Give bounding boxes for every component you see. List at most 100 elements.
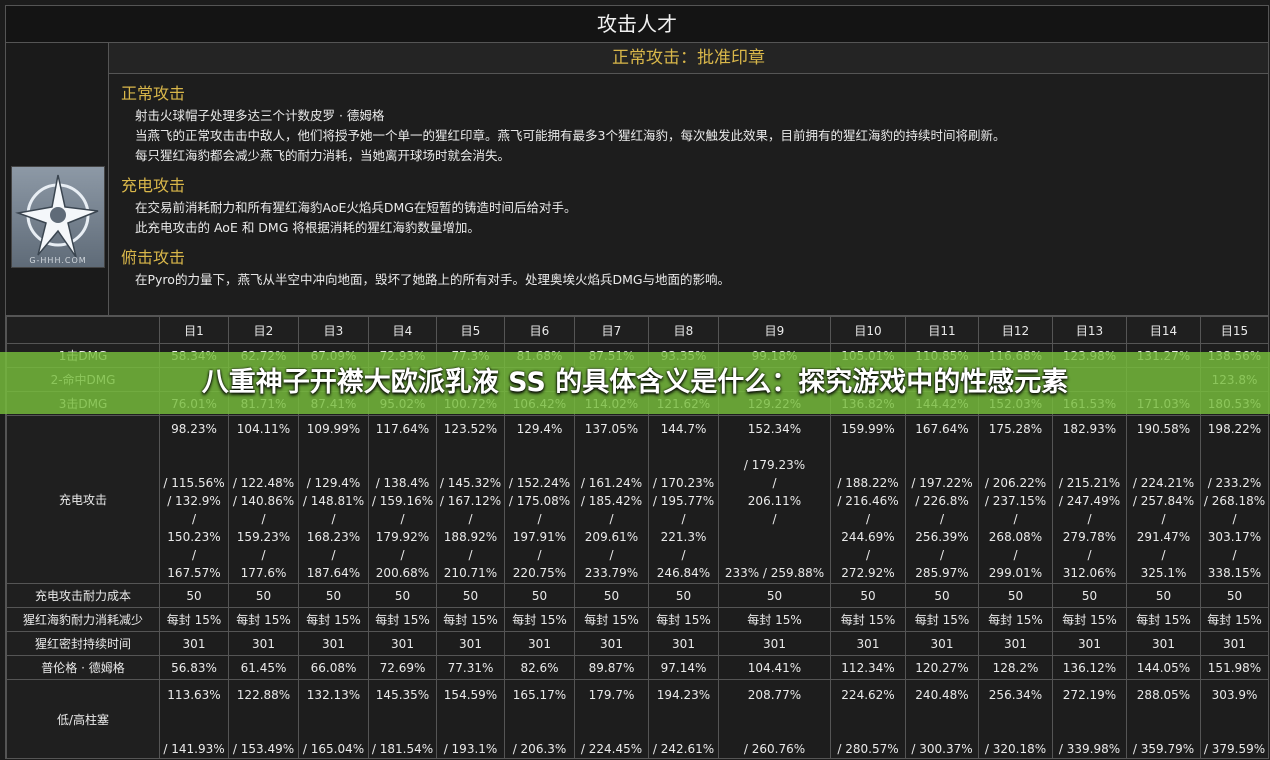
icon-column: G-HHH.COM	[6, 43, 109, 315]
table-cell: 77.31%	[436, 655, 505, 680]
table-cell: 301	[1052, 631, 1127, 656]
talent-description: G-HHH.COM 正常攻击：批准印章 正常攻击 射击火球帽子处理多达三个计数皮…	[6, 43, 1268, 316]
table-cell: 50	[718, 583, 831, 608]
table-cell: 50	[648, 583, 719, 608]
level-header: 目13	[1052, 316, 1127, 344]
table-row: 普伦格 · 德姆格 56.83% 61.45% 66.08% 72.69% 77.31% 8…	[6, 655, 1268, 680]
section-charged-attack: 充电攻击 在交易前消耗耐力和所有猩红海豹AoE火焰兵DMG在短暂的铸造时间后给对…	[109, 174, 1268, 238]
star-talent-icon: G-HHH.COM	[11, 166, 105, 268]
table-cell: 50	[368, 583, 437, 608]
table-cell: 109.99% / 129.4% / 148.81% / 168.23% / 1…	[298, 415, 369, 584]
level-header: 目2	[228, 316, 299, 344]
table-cell: 301	[298, 631, 369, 656]
table-cell: 61.45%	[228, 655, 299, 680]
table-cell: 50	[504, 583, 575, 608]
section-heading: 充电攻击	[121, 176, 186, 195]
table-cell: 每封 15%	[436, 607, 505, 632]
table-cell: 303.9% / 379.59%	[1200, 679, 1268, 758]
table-cell: 每封 15%	[905, 607, 979, 632]
table-cell: 190.58% / 224.21% / 257.84% / 291.47% / …	[1126, 415, 1201, 584]
section-heading: 俯击攻击	[121, 248, 186, 267]
table-cell: 301	[648, 631, 719, 656]
table-cell: 50	[159, 583, 229, 608]
table-cell: 152.34% / 179.23% / 206.11% / 233% / 259…	[718, 415, 831, 584]
table-cell: 167.64% / 197.22% / 226.8% / 256.39% / 2…	[905, 415, 979, 584]
table-cell: 每封 15%	[830, 607, 906, 632]
table-cell: 301	[436, 631, 505, 656]
table-cell: 每封 15%	[1200, 607, 1268, 632]
overlay-banner-text: 八重神子开襟大欧派乳液 SS 的具体含义是什么：探究游戏中的性感元素	[201, 367, 1069, 398]
table-cell: 301	[1126, 631, 1201, 656]
table-cell: 208.77% / 260.76%	[718, 679, 831, 758]
table-cell: 每封 15%	[1052, 607, 1127, 632]
level-header: 目4	[368, 316, 437, 344]
table-cell: 198.22% / 233.2% / 268.18% / 303.17% / 3…	[1200, 415, 1268, 584]
table-cell: 182.93% / 215.21% / 247.49% / 279.78% / …	[1052, 415, 1127, 584]
table-cell: 301	[228, 631, 299, 656]
table-cell: 122.88% / 153.49%	[228, 679, 299, 758]
table-cell: 301	[905, 631, 979, 656]
level-header: 目11	[905, 316, 979, 344]
table-cell: 120.27%	[905, 655, 979, 680]
table-cell: 50	[298, 583, 369, 608]
table-cell: 50	[228, 583, 299, 608]
table-cell: 50	[1126, 583, 1201, 608]
table-cell: 145.35% / 181.54%	[368, 679, 437, 758]
table-row: 低/高柱塞 113.63% / 141.93% 122.88% / 153.49% 1…	[6, 679, 1268, 758]
table-cell: 154.59% / 193.1%	[436, 679, 505, 758]
table-cell: 136.12%	[1052, 655, 1127, 680]
table-cell: 每封 15%	[648, 607, 719, 632]
section-line: 此充电攻击的 AoE 和 DMG 将根据消耗的猩红海豹数量增加。	[135, 220, 480, 235]
table-cell: 151.98%	[1200, 655, 1268, 680]
page-title: 攻击人才	[6, 6, 1268, 43]
section-heading: 正常攻击	[121, 84, 186, 103]
table-cell: 50	[1200, 583, 1268, 608]
level-header: 目7	[574, 316, 649, 344]
table-cell: 72.69%	[368, 655, 437, 680]
table-cell: 179.7% / 224.45%	[574, 679, 649, 758]
talent-subtitle: 正常攻击：批准印章	[109, 43, 1268, 74]
level-header: 目12	[978, 316, 1053, 344]
table-cell: 129.4% / 152.24% / 175.08% / 197.91% / 2…	[504, 415, 575, 584]
table-cell: 256.34% / 320.18%	[978, 679, 1053, 758]
table-cell: 66.08%	[298, 655, 369, 680]
table-cell: 56.83%	[159, 655, 229, 680]
table-row: 猩红密封持续时间 301 301 301 301 301 301 301 301 301 301 30…	[6, 631, 1268, 656]
row-label: 猩红海豹耐力消耗减少	[6, 607, 160, 632]
table-cell: 每封 15%	[574, 607, 649, 632]
content-column: 正常攻击：批准印章 正常攻击 射击火球帽子处理多达三个计数皮罗 · 德姆格 当燕…	[109, 43, 1268, 315]
table-cell: 301	[830, 631, 906, 656]
table-cell: 175.28% / 206.22% / 237.15% / 268.08% / …	[978, 415, 1053, 584]
table-cell: 每封 15%	[1126, 607, 1201, 632]
table-cell: 159.99% / 188.22% / 216.46% / 244.69% / …	[830, 415, 906, 584]
section-line: 在Pyro的力量下，燕飞从半空中冲向地面，毁坏了她路上的所有对手。处理奥埃火焰兵…	[135, 272, 731, 287]
table-cell: 240.48% / 300.37%	[905, 679, 979, 758]
table-cell: 137.05% / 161.24% / 185.42% / 209.61% / …	[574, 415, 649, 584]
table-cell: 194.23% / 242.61%	[648, 679, 719, 758]
table-cell: 301	[368, 631, 437, 656]
section-line: 每只猩红海豹都会减少燕飞的耐力消耗，当她离开球场时就会消失。	[135, 148, 511, 163]
table-cell: 301	[504, 631, 575, 656]
row-label: 低/高柱塞	[6, 679, 160, 758]
table-cell: 112.34%	[830, 655, 906, 680]
table-cell: 每封 15%	[504, 607, 575, 632]
table-cell: 82.6%	[504, 655, 575, 680]
table-cell: 50	[905, 583, 979, 608]
table-cell: 165.17% / 206.3%	[504, 679, 575, 758]
level-header: 目9	[718, 316, 831, 344]
level-header: 目15	[1200, 316, 1268, 344]
table-cell: 301	[1200, 631, 1268, 656]
table-cell: 每封 15%	[718, 607, 831, 632]
section-line: 当燕飞的正常攻击击中敌人，他们将授予她一个单一的猩红印章。燕飞可能拥有最多3个猩…	[135, 128, 1006, 143]
section-normal-attack: 正常攻击 射击火球帽子处理多达三个计数皮罗 · 德姆格 当燕飞的正常攻击击中敌人…	[109, 82, 1268, 166]
table-cell: 50	[574, 583, 649, 608]
table-row: 猩红海豹耐力消耗减少 每封 15% 每封 15% 每封 15% 每封 15% 每封 15%…	[6, 607, 1268, 632]
table-cell: 104.11% / 122.48% / 140.86% / 159.23% / …	[228, 415, 299, 584]
table-cell: 50	[1052, 583, 1127, 608]
table-cell: 113.63% / 141.93%	[159, 679, 229, 758]
level-header: 目6	[504, 316, 575, 344]
table-cell: 272.19% / 339.98%	[1052, 679, 1127, 758]
table-cell: 144.7% / 170.23% / 195.77% / 221.3% / 24…	[648, 415, 719, 584]
table-cell: 每封 15%	[228, 607, 299, 632]
table-cell: 144.05%	[1126, 655, 1201, 680]
